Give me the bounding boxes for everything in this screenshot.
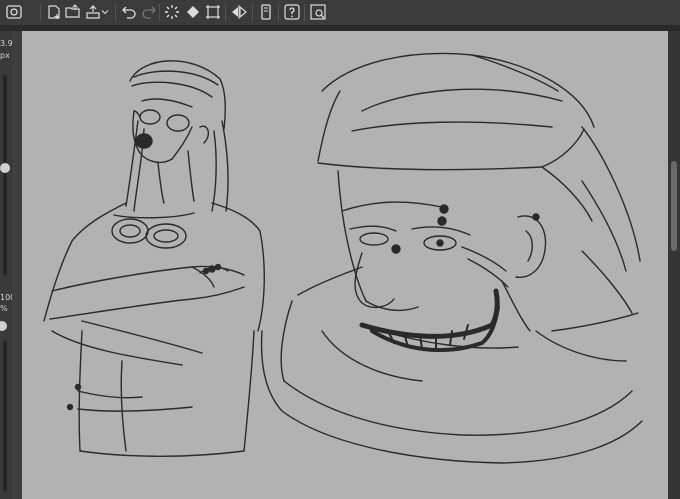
opacity-slider-knob[interactable] <box>0 321 7 331</box>
export-dropdown-icon[interactable] <box>99 2 111 22</box>
toolbar-separator <box>225 4 226 21</box>
drawing-canvas[interactable] <box>22 31 668 499</box>
selection-loading-icon[interactable] <box>162 2 182 22</box>
toolbar-separator <box>40 4 41 21</box>
scrollbar-thumb[interactable] <box>671 161 677 251</box>
brush-size-slider-knob[interactable] <box>0 163 10 173</box>
sketch-artwork <box>43 52 643 464</box>
brush-size-slider[interactable] <box>0 75 10 275</box>
opacity-unit: % <box>0 304 8 313</box>
flip-horizontal-icon[interactable] <box>229 2 249 22</box>
device-icon[interactable] <box>256 2 276 22</box>
toolbar-separator <box>252 4 253 21</box>
toolbar-separator <box>115 4 116 21</box>
undo-icon[interactable] <box>119 2 139 22</box>
canvas-view-icon[interactable] <box>308 2 328 22</box>
help-icon[interactable] <box>282 2 302 22</box>
toolbar-separator <box>159 4 160 21</box>
brush-size-value[interactable]: 3.9 <box>0 39 13 48</box>
panel-track <box>3 341 7 491</box>
fill-icon[interactable] <box>183 2 203 22</box>
redo-icon[interactable] <box>139 2 159 22</box>
app-logo-icon[interactable] <box>4 2 24 22</box>
open-folder-icon[interactable] <box>63 2 83 22</box>
vertical-scrollbar[interactable] <box>668 31 680 499</box>
transform-icon[interactable] <box>203 2 223 22</box>
toolbar-separator <box>304 4 305 21</box>
main-toolbar <box>0 0 680 26</box>
brush-size-unit: px <box>0 51 10 60</box>
toolbar-separator <box>278 4 279 21</box>
new-canvas-icon[interactable] <box>44 2 64 22</box>
tool-property-panel: 3.9 px 100 % <box>0 31 15 499</box>
